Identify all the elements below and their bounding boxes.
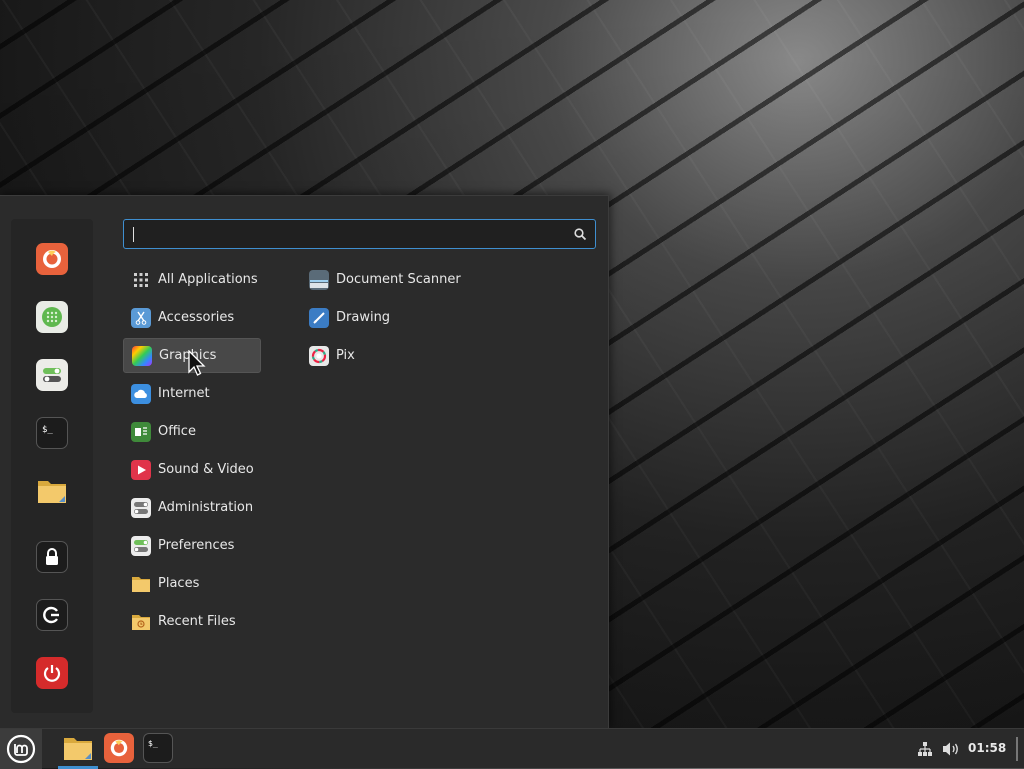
favorite-system-settings[interactable] — [36, 359, 68, 391]
category-label: Preferences — [158, 538, 235, 553]
volume-tray[interactable] — [940, 729, 962, 769]
network-icon — [918, 742, 932, 756]
svg-text:$_: $_ — [42, 425, 53, 435]
terminal-icon: $_ — [42, 425, 53, 435]
app-label: Document Scanner — [336, 272, 461, 287]
app-pix[interactable]: Pix — [301, 338, 501, 373]
rainbow-icon — [132, 345, 152, 366]
linux-mint-logo-icon — [6, 734, 36, 764]
search-input[interactable] — [130, 223, 564, 247]
office-icon — [131, 421, 151, 442]
category-office[interactable]: Office — [123, 414, 261, 449]
category-label: Graphics — [159, 348, 217, 363]
category-preferences[interactable]: Preferences — [123, 528, 261, 563]
cloud-icon — [131, 383, 151, 404]
grid-icon — [131, 270, 151, 290]
category-label: Accessories — [158, 310, 235, 325]
category-all-applications[interactable]: All Applications — [123, 262, 261, 297]
firefox-icon — [110, 739, 128, 757]
network-tray[interactable] — [914, 729, 936, 769]
category-sound-video[interactable]: Sound & Video — [123, 452, 261, 487]
category-label: All Applications — [158, 272, 258, 287]
volume-icon — [943, 742, 958, 756]
folder-icon — [64, 738, 92, 760]
scissors-icon — [131, 307, 151, 328]
pix-icon — [309, 345, 329, 366]
category-label: Internet — [158, 386, 210, 401]
favorite-lock-screen[interactable] — [36, 541, 68, 573]
preferences-toggle-icon — [131, 535, 151, 556]
scanner-icon — [309, 269, 329, 290]
search-box[interactable] — [123, 219, 596, 249]
category-administration[interactable]: Administration — [123, 490, 261, 525]
folder-icon — [38, 481, 66, 503]
favorite-shutdown[interactable] — [36, 657, 68, 689]
admin-toggle-icon — [131, 497, 151, 518]
clock[interactable]: 01:58 — [968, 741, 1006, 755]
menu-button[interactable] — [0, 729, 42, 769]
taskbar: $_ 01:58 — [0, 728, 1024, 769]
favorite-firefox[interactable] — [36, 243, 68, 275]
app-document-scanner[interactable]: Document Scanner — [301, 262, 501, 297]
play-icon — [131, 459, 151, 480]
favorite-files[interactable] — [36, 475, 68, 507]
category-accessories[interactable]: Accessories — [123, 300, 261, 335]
favorite-logout[interactable] — [36, 599, 68, 631]
svg-text:$_: $_ — [148, 738, 158, 748]
lock-icon — [46, 548, 58, 565]
folder-icon — [131, 574, 151, 594]
category-places[interactable]: Places — [123, 566, 261, 601]
taskbar-terminal[interactable]: $_ — [143, 733, 173, 763]
category-label: Sound & Video — [158, 462, 254, 477]
category-label: Office — [158, 424, 196, 439]
text-caret — [133, 227, 134, 242]
app-label: Pix — [336, 348, 355, 363]
favorite-software-manager[interactable] — [36, 301, 68, 333]
category-graphics[interactable]: Graphics — [123, 338, 261, 373]
favorites-sidebar: $_ — [11, 219, 93, 713]
category-label: Administration — [158, 500, 254, 515]
power-icon — [43, 665, 61, 682]
recent-folder-icon — [131, 612, 151, 632]
firefox-icon — [43, 250, 61, 268]
favorite-terminal[interactable]: $_ — [36, 417, 68, 449]
category-label: Places — [158, 576, 200, 591]
app-label: Drawing — [336, 310, 391, 325]
app-drawing[interactable]: Drawing — [301, 300, 501, 335]
category-recent-files[interactable]: Recent Files — [123, 604, 261, 639]
application-menu: $_ All Applications Accessories Graphics… — [0, 195, 609, 729]
tray-divider — [1016, 737, 1018, 761]
logout-icon — [43, 606, 59, 624]
search-icon — [574, 228, 587, 241]
taskbar-files[interactable] — [62, 733, 94, 763]
drawing-icon — [309, 307, 329, 328]
taskbar-firefox[interactable] — [104, 733, 134, 763]
category-label: Recent Files — [158, 614, 236, 629]
software-manager-icon — [42, 307, 62, 327]
terminal-icon: $_ — [148, 738, 158, 748]
category-internet[interactable]: Internet — [123, 376, 261, 411]
settings-toggle-icon — [43, 368, 61, 382]
